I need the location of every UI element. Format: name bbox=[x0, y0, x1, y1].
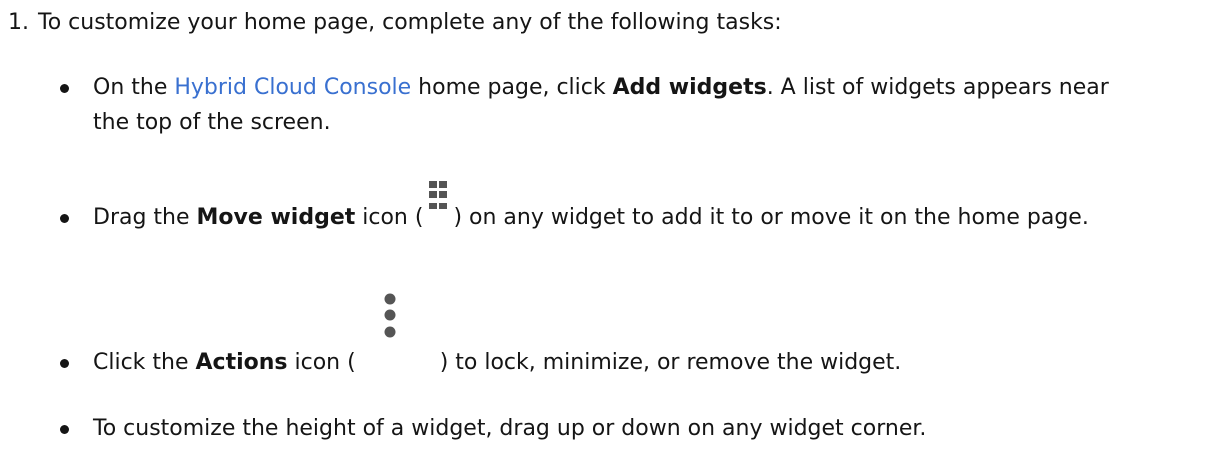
list-item-height: To customize the height of a widget, dra… bbox=[93, 416, 927, 441]
list-item-add-widgets-line2: the top of the screen. bbox=[93, 110, 331, 135]
bullet-marker bbox=[60, 214, 69, 223]
list-item-move-widget: Drag the Move widget icon ( ) on any wid… bbox=[93, 181, 1089, 233]
hybrid-cloud-console-link[interactable]: Hybrid Cloud Console bbox=[174, 75, 411, 100]
list-item-actions: Click the Actions icon ( ) to lock, mini… bbox=[93, 293, 901, 378]
list-item-add-widgets: On the Hybrid Cloud Console home page, c… bbox=[93, 75, 1109, 100]
step-heading: 1. To customize your home page, complete … bbox=[8, 10, 782, 35]
bullet-marker bbox=[60, 425, 69, 434]
step-text: To customize your home page, complete an… bbox=[38, 10, 782, 35]
add-widgets-label: Add widgets bbox=[612, 75, 767, 100]
bullet-marker bbox=[60, 84, 69, 93]
kebab-vertical-icon bbox=[384, 293, 396, 338]
move-widget-label: Move widget bbox=[196, 205, 356, 230]
bullet-marker bbox=[60, 359, 69, 368]
actions-label: Actions bbox=[195, 350, 288, 375]
drag-grip-icon bbox=[429, 181, 448, 209]
step-number: 1. bbox=[8, 10, 29, 35]
